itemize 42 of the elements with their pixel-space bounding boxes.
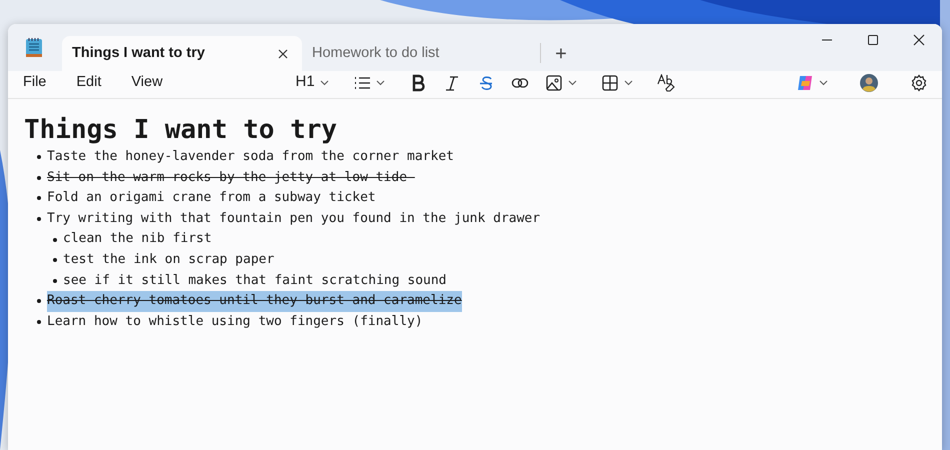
tab-label: Homework to do list [312,44,440,63]
maximize-icon [867,34,879,46]
heading-button[interactable]: H1 [288,68,337,96]
list-item-text: Fold an origami crane from a subway ticket [47,189,376,208]
bullet-icon [53,238,57,242]
close-icon [278,48,288,58]
bullet-icon [37,217,41,222]
caret-icon [624,80,633,86]
list-item-text: clean the nib first [63,230,212,248]
caret-icon [320,80,329,86]
list-item-text: Taste the honey-lavender soda from the corner market [47,148,454,166]
caret-icon [568,80,577,86]
tab[interactable]: Homework to do list [302,36,540,71]
list-item-text: Roast cherry tomatoes until they burst and caramelize [47,291,462,312]
list-item-text: Learn how to whistle using two fingers (finally) [47,312,423,331]
menu-item[interactable]: Edit [61,72,116,94]
bullet-icon [53,258,57,262]
list-item-text: see if it still makes that faint scratching sound [63,272,447,290]
list-item-text: test the ink on scrap paper [63,250,274,269]
menu-item[interactable]: File [8,72,62,94]
new-tab-button[interactable]: + [541,36,581,71]
close-icon [913,34,925,46]
settings-icon [910,74,928,92]
bullet-icon [37,196,41,200]
image-icon [544,74,563,92]
avatar-icon [860,74,878,92]
tab[interactable]: Things I want to try [62,36,302,71]
table-icon [600,74,619,92]
document-heading: Things I want to try [24,114,338,147]
menu-item[interactable]: View [116,72,178,94]
bullet-icon [37,320,41,324]
list-item-text: Sit on the warm rocks by the jetty at low tide [47,168,408,187]
bullet-icon [37,155,41,160]
tab-label: Things I want to try [72,44,205,63]
notepad-icon [24,37,44,59]
bullet-icon [53,278,57,283]
caret-icon [819,80,828,86]
bullet-icon [37,299,41,304]
letters-eraser-icon [656,74,675,92]
bullet-icon [37,176,41,180]
list-item-text: Try writing with that fountain pen you found in the junk drawer [47,210,540,228]
caret-icon [376,80,385,86]
